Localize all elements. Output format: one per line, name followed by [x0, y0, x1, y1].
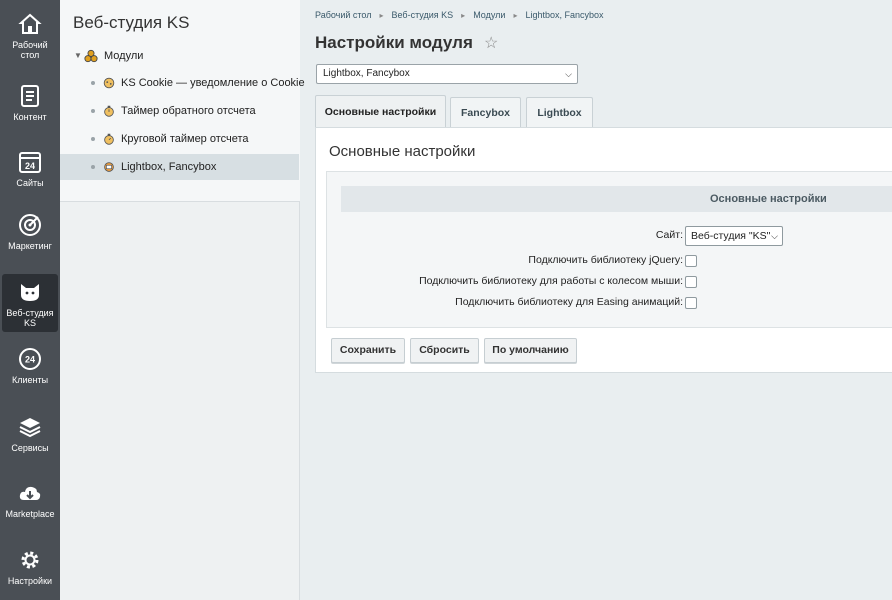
rail-item-label: Маркетинг: [8, 241, 52, 251]
mousewheel-label: Подключить библиотеку для работы с колес…: [419, 275, 683, 287]
settings-form: Основные настройки Сайт: Веб-студия "KS"…: [326, 171, 892, 328]
save-button[interactable]: Сохранить: [331, 338, 405, 363]
tab-main-settings[interactable]: Основные настройки: [315, 95, 446, 127]
breadcrumb-link[interactable]: Веб-студия KS: [392, 10, 454, 20]
gear-icon: [21, 551, 39, 569]
calendar-24-icon: 24: [19, 152, 41, 173]
cookie-icon: [103, 77, 115, 89]
rail-item-desktop[interactable]: Рабочий стол: [2, 12, 58, 60]
left-nav-rail: Рабочий стол Контент 24 Сайты Маркетинг …: [0, 0, 60, 600]
rail-item-label: Клиенты: [11, 375, 49, 385]
site-select-value: Веб-студия "KS": [691, 230, 771, 242]
star-icon[interactable]: ☆: [484, 33, 498, 53]
breadcrumb-separator-icon: ▸: [513, 11, 518, 20]
breadcrumb-link[interactable]: Lightbox, Fancybox: [525, 10, 603, 20]
svg-text:24: 24: [25, 161, 35, 171]
tree-item-lightbox-fancybox[interactable]: Lightbox, Fancybox: [60, 154, 299, 180]
tree-collapse-icon[interactable]: ▼: [74, 43, 82, 69]
lightbox-icon: [104, 162, 114, 172]
tree-item-label: Таймер обратного отсчета: [121, 105, 256, 117]
tree-title: Веб-студия KS: [73, 13, 190, 32]
module-select[interactable]: Lightbox, Fancybox ⌵: [316, 64, 578, 84]
bullet-icon: [91, 81, 95, 85]
target-icon: [19, 214, 41, 236]
timer-icon: [104, 105, 114, 117]
tree-root-modules[interactable]: ▼ Модули: [60, 43, 299, 69]
tree-item-ks-cookie[interactable]: KS Cookie — уведомление о Cookie: [60, 70, 305, 96]
tree-item-label: Круговой таймер отсчета: [121, 133, 249, 145]
rail-item-settings[interactable]: Настройки: [2, 548, 58, 586]
rail-item-webstudio[interactable]: Веб-студия KS: [2, 274, 58, 332]
module-tree-panel: Веб-студия KS ▼ Модули KS Cookie — уведо…: [60, 0, 305, 600]
site-row: Сайт: Веб-студия "KS" ⌵: [327, 226, 892, 246]
default-button[interactable]: По умолчанию: [484, 338, 577, 363]
svg-text:24: 24: [25, 355, 35, 365]
chevron-down-icon: ⌵: [565, 69, 572, 79]
tree-root-label: Модули: [104, 50, 144, 62]
page-title: Настройки модуля: [315, 33, 473, 52]
module-select-value: Lightbox, Fancybox: [323, 68, 410, 79]
tree-item-circular-timer[interactable]: Круговой таймер отсчета: [60, 126, 299, 152]
rail-item-marketplace[interactable]: Marketplace: [2, 481, 58, 519]
settings-panel: Основные настройки Основные настройки Са…: [315, 127, 892, 373]
breadcrumb-link[interactable]: Рабочий стол: [315, 10, 372, 20]
bullet-icon: [91, 109, 95, 113]
tab-fancybox[interactable]: Fancybox: [450, 97, 521, 127]
panel-title: Основные настройки: [329, 143, 476, 160]
mousewheel-row: Подключить библиотеку для работы с колес…: [327, 272, 892, 292]
breadcrumb: Рабочий стол ▸ Веб-студия KS ▸ Модули ▸ Lightb…: [315, 10, 604, 20]
rail-item-label: Marketplace: [5, 509, 55, 519]
mousewheel-checkbox[interactable]: [685, 276, 697, 288]
bullet-icon: [91, 165, 95, 169]
bullet-icon: [91, 137, 95, 141]
modules-icon: [84, 49, 98, 63]
rail-item-label: Веб-студия KS: [6, 308, 54, 328]
tree-item-label: KS Cookie — уведомление о Cookie: [121, 77, 305, 89]
rail-item-clients[interactable]: 24 Клиенты: [2, 347, 58, 385]
easing-checkbox[interactable]: [685, 297, 697, 309]
site-select[interactable]: Веб-студия "KS" ⌵: [685, 226, 783, 246]
jquery-row: Подключить библиотеку jQuery:: [327, 251, 892, 271]
cloud-download-icon: [19, 486, 41, 500]
content-icon: [21, 85, 39, 107]
layers-icon: [19, 418, 41, 438]
section-header: Основные настройки: [341, 186, 892, 212]
site-label: Сайт:: [655, 229, 683, 241]
rail-item-label: Рабочий стол: [12, 40, 48, 60]
chevron-down-icon: ⌵: [771, 231, 778, 241]
tree-item-label: Lightbox, Fancybox: [121, 161, 217, 173]
breadcrumb-separator-icon: ▸: [379, 11, 384, 20]
rail-item-label: Сайты: [16, 178, 44, 188]
cat-icon: [21, 284, 39, 301]
rail-item-services[interactable]: Сервисы: [2, 415, 58, 453]
home-icon: [18, 13, 42, 34]
breadcrumb-separator-icon: ▸: [461, 11, 466, 20]
breadcrumb-link[interactable]: Модули: [473, 10, 505, 20]
jquery-checkbox[interactable]: [685, 255, 697, 267]
main-content: Рабочий стол ▸ Веб-студия KS ▸ Модули ▸ Lightb…: [301, 0, 892, 600]
tab-lightbox[interactable]: Lightbox: [526, 97, 593, 127]
section-header-label: Основные настройки: [710, 193, 827, 205]
rail-item-label: Сервисы: [11, 443, 49, 453]
tree-item-countdown-timer[interactable]: Таймер обратного отсчета: [60, 98, 299, 124]
clients-24-icon: 24: [19, 348, 41, 370]
rail-item-label: Контент: [13, 112, 47, 122]
rail-item-marketing[interactable]: Маркетинг: [2, 213, 58, 251]
rail-item-label: Настройки: [7, 576, 53, 586]
jquery-label: Подключить библиотеку jQuery:: [528, 254, 683, 266]
easing-label: Подключить библиотеку для Easing анимаци…: [455, 296, 683, 308]
rail-item-content[interactable]: Контент: [2, 84, 58, 122]
rail-item-sites[interactable]: 24 Сайты: [2, 150, 58, 188]
easing-row: Подключить библиотеку для Easing анимаци…: [327, 293, 892, 313]
reset-button[interactable]: Сбросить: [410, 338, 479, 363]
timer-icon: [104, 133, 114, 145]
